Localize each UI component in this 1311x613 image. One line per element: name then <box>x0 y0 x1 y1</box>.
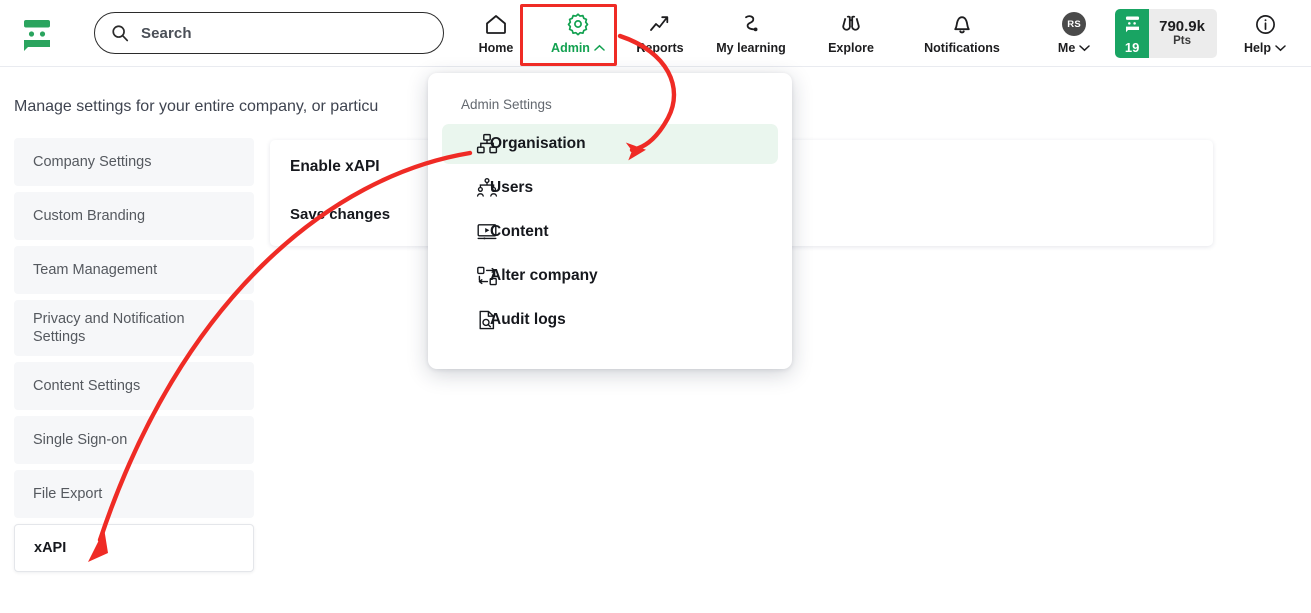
brand-logo-icon <box>24 20 50 51</box>
gear-icon <box>566 12 590 36</box>
sidebar-item-label: Team Management <box>33 262 158 278</box>
document-search-icon <box>476 309 498 331</box>
search-input[interactable]: Search <box>94 12 444 54</box>
nav-item-explore[interactable]: Explore <box>801 4 901 64</box>
dropdown-item-content[interactable]: Content <box>442 212 778 252</box>
sidebar-item-single-sign-on[interactable]: Single Sign-on <box>14 416 254 464</box>
sidebar-item-label: Privacy and Notification Settings <box>33 310 185 345</box>
info-circle-icon <box>1254 12 1277 36</box>
nav-item-my-learning-label: My learning <box>716 41 786 55</box>
nav-item-me[interactable]: RS Me <box>1043 4 1105 64</box>
admin-text: Admin <box>551 41 590 55</box>
dropdown-item-label: Alter company <box>490 267 598 284</box>
nav-item-reports-label: Reports <box>636 41 684 55</box>
nav-items: Home Admin Reports My learning Explore N… <box>455 0 1023 67</box>
sidebar-item-label: Content Settings <box>33 378 141 394</box>
nav-item-notifications-label: Notifications <box>924 41 1000 55</box>
me-text: Me <box>1057 41 1076 55</box>
points-card-icon <box>1125 16 1139 33</box>
nav-right-cluster: RS Me 19 790.9k Pts Help <box>1043 0 1303 67</box>
points-streak: 19 <box>1115 9 1150 58</box>
trending-up-icon <box>648 12 672 36</box>
top-navigation-bar: Search Home Admin Reports My learning Ex… <box>0 0 1311 67</box>
points-value: 790.9k <box>1159 17 1205 35</box>
sidebar-item-team-management[interactable]: Team Management <box>14 246 254 294</box>
save-changes-button[interactable]: Save changes <box>290 206 390 223</box>
points-unit: Pts <box>1173 35 1191 48</box>
dropdown-item-organisation[interactable]: Organisation <box>442 124 778 164</box>
chevron-up-icon <box>594 44 605 51</box>
dropdown-item-label: Audit logs <box>490 311 566 328</box>
dropdown-list: Organisation Users Content Alter company… <box>442 124 778 344</box>
sidebar-item-file-export[interactable]: File Export <box>14 470 254 518</box>
nav-item-help-label: Help <box>1244 41 1286 55</box>
search-placeholder: Search <box>141 24 192 42</box>
help-text: Help <box>1243 41 1272 55</box>
path-pin-icon <box>739 12 763 36</box>
points-value-group: 790.9k Pts <box>1149 9 1217 58</box>
sidebar-item-label: Custom Branding <box>33 208 146 224</box>
sidebar-item-privacy-and-notification-settings[interactable]: Privacy and Notification Settings <box>14 300 254 356</box>
nav-item-me-label: Me <box>1057 41 1091 55</box>
bell-icon <box>951 12 973 36</box>
nav-item-my-learning[interactable]: My learning <box>701 4 801 64</box>
nav-item-help[interactable]: Help <box>1227 4 1303 64</box>
avatar: RS <box>1062 12 1087 36</box>
users-group-icon <box>476 177 498 199</box>
sidebar-item-company-settings[interactable]: Company Settings <box>14 138 254 186</box>
swap-boxes-icon <box>476 265 498 287</box>
sidebar-item-xapi[interactable]: xAPI <box>14 524 254 572</box>
org-chart-icon <box>476 133 498 155</box>
avatar-initials: RS <box>1062 12 1087 36</box>
home-icon <box>484 12 508 36</box>
sidebar-item-label: Single Sign-on <box>33 432 128 448</box>
page-description: Manage settings for your entire company,… <box>14 98 379 115</box>
enable-xapi-heading: Enable xAPI <box>290 158 380 175</box>
sidebar-item-label: xAPI <box>34 540 67 556</box>
points-badge[interactable]: 19 790.9k Pts <box>1115 9 1217 58</box>
nav-item-notifications[interactable]: Notifications <box>901 4 1023 64</box>
nav-item-admin[interactable]: Admin <box>537 4 619 64</box>
nav-item-home-label: Home <box>478 41 514 55</box>
sidebar-item-content-settings[interactable]: Content Settings <box>14 362 254 410</box>
sidebar-item-label: Company Settings <box>33 154 152 170</box>
dropdown-item-audit-logs[interactable]: Audit logs <box>442 300 778 340</box>
chevron-down-icon <box>1275 45 1286 52</box>
dropdown-item-users[interactable]: Users <box>442 168 778 208</box>
nav-item-admin-label: Admin <box>551 41 605 55</box>
video-screen-icon <box>476 221 498 243</box>
settings-sidebar: Company Settings Custom Branding Team Ma… <box>14 138 254 578</box>
nav-item-explore-label: Explore <box>828 41 874 55</box>
dropdown-item-alter-company[interactable]: Alter company <box>442 256 778 296</box>
dropdown-title: Admin Settings <box>461 97 552 112</box>
nav-item-reports[interactable]: Reports <box>619 4 701 64</box>
sidebar-item-custom-branding[interactable]: Custom Branding <box>14 192 254 240</box>
nav-item-home[interactable]: Home <box>455 4 537 64</box>
search-icon <box>112 25 129 42</box>
points-streak-number: 19 <box>1124 40 1140 55</box>
dropdown-item-label: Content <box>490 223 549 240</box>
brand-logo[interactable] <box>14 8 62 58</box>
admin-settings-dropdown: Admin Settings Organisation Users Conten… <box>428 73 792 369</box>
dropdown-item-label: Organisation <box>490 135 586 152</box>
binoculars-icon <box>838 12 864 36</box>
app-root: Search Home Admin Reports My learning Ex… <box>0 0 1311 613</box>
chevron-down-icon <box>1079 45 1091 52</box>
sidebar-item-label: File Export <box>33 486 103 502</box>
